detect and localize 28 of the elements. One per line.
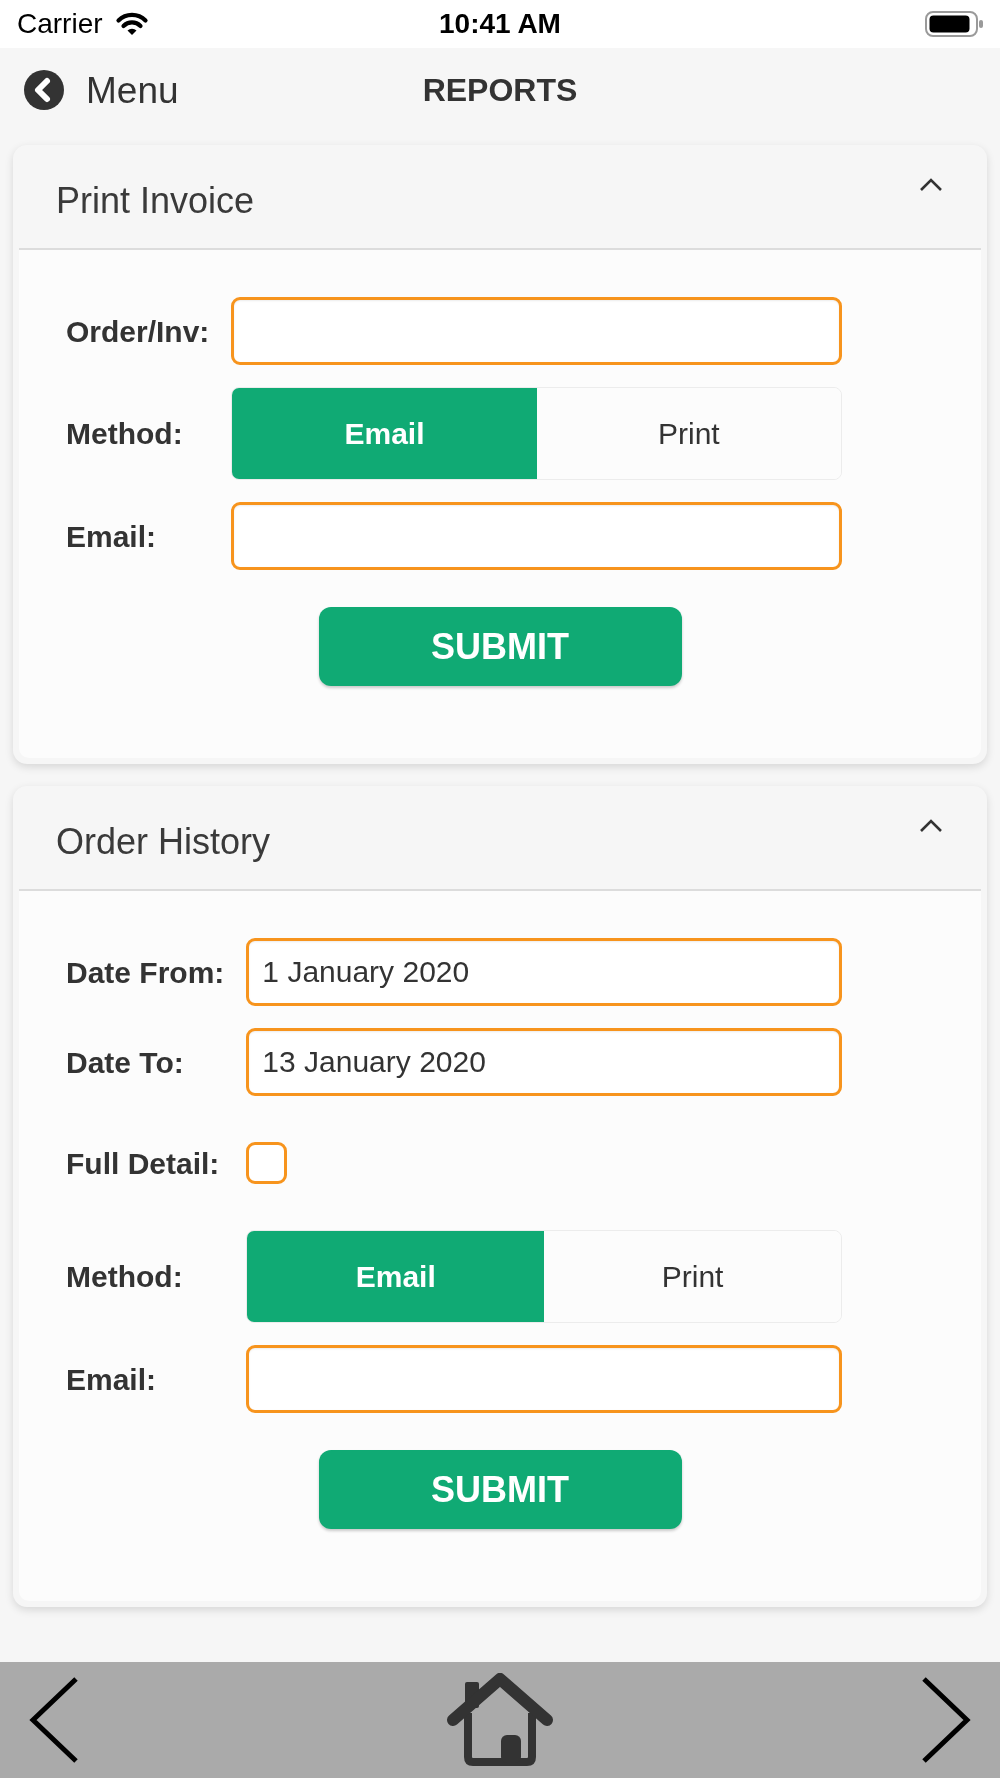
input-field[interactable] (246, 1345, 842, 1413)
checkbox[interactable] (246, 1142, 288, 1184)
input-field[interactable] (231, 297, 842, 365)
chevron-left-icon[interactable] (27, 1676, 79, 1764)
chevron-right-icon[interactable] (921, 1676, 973, 1764)
carrier-name: Carrier (17, 10, 103, 38)
section-title: Print Invoice (56, 182, 255, 219)
input-field[interactable]: 1 January 2020 (246, 938, 842, 1006)
field-label: Method: (66, 416, 184, 452)
field-label: Email: (66, 1361, 158, 1398)
field-label: Date From: (66, 954, 225, 991)
chevron-up-icon[interactable] (919, 177, 943, 192)
field-label: Date To: (66, 1044, 185, 1081)
battery-icon (925, 11, 983, 37)
back-icon (24, 70, 64, 110)
field-label: Order/Inv: (66, 313, 210, 350)
field-label: Method: (66, 1259, 184, 1295)
wifi-icon (114, 11, 149, 37)
input-field[interactable]: 13 January 2020 (246, 1028, 842, 1096)
field-label: Email: (66, 518, 158, 555)
page-title: REPORTS (422, 74, 578, 106)
home-icon[interactable] (446, 1673, 554, 1767)
input-field[interactable] (231, 502, 842, 570)
section-title: Order History (56, 823, 271, 860)
clock-time: 10:41 AM (439, 10, 561, 38)
back-button[interactable]: Menu (24, 70, 179, 110)
field-label: Full Detail: (66, 1145, 221, 1182)
chevron-up-icon[interactable] (919, 818, 943, 833)
